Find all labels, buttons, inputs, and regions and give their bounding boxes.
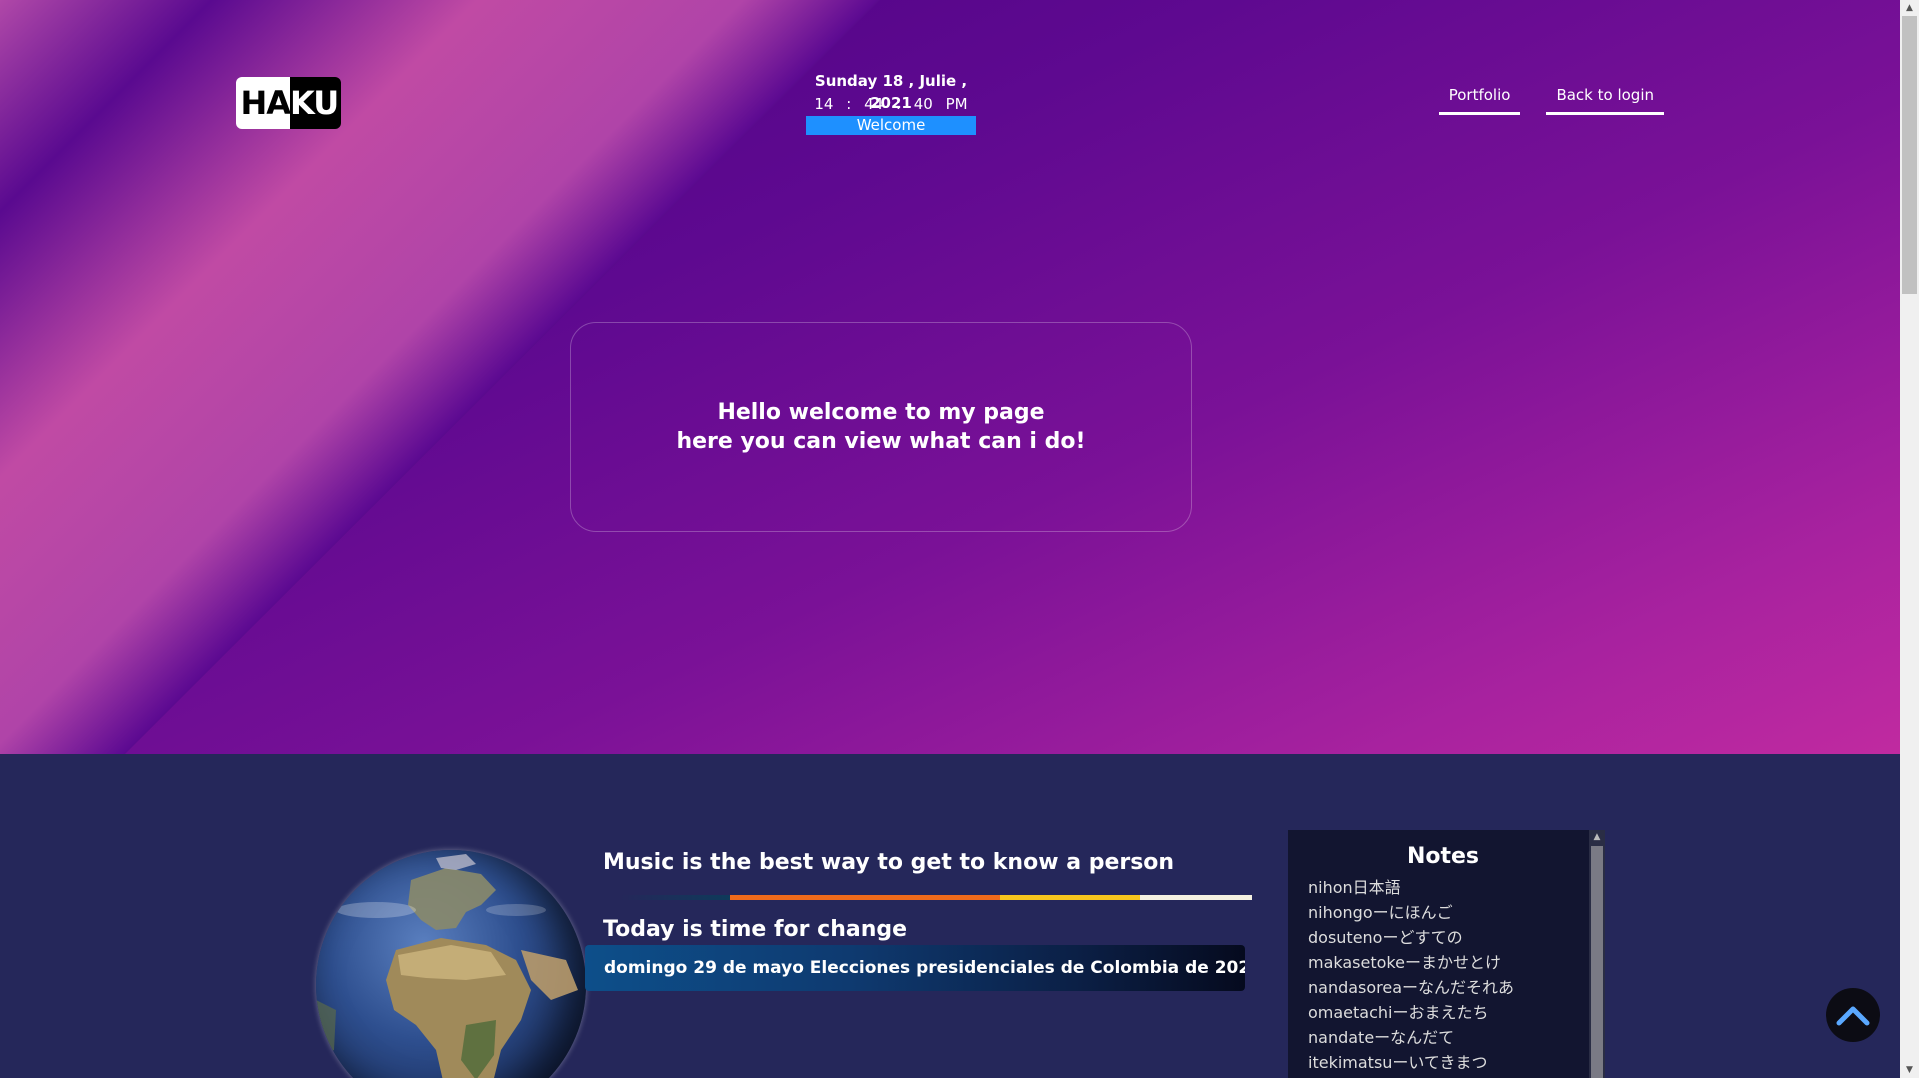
scroll-down-arrow-icon[interactable]: ▼ xyxy=(1900,1062,1919,1078)
list-item: makasetokeーまかせとけ xyxy=(1308,953,1501,972)
page-scroll-thumb[interactable] xyxy=(1902,16,1917,294)
notes-panel[interactable]: Notes nihon日本語 nihongoーにほんご dosutenoーどすて… xyxy=(1288,830,1605,1078)
logo-right: KU xyxy=(290,77,341,129)
list-item: nihon日本語 xyxy=(1308,878,1401,897)
current-time: 14 : 44 : 40 PM xyxy=(814,95,968,113)
notes-scrollbar[interactable]: ▲ xyxy=(1589,830,1605,1078)
music-bar-segment xyxy=(730,895,1000,900)
list-item: nandasoreaーなんだそれあ xyxy=(1308,978,1515,997)
top-nav: Portfolio Back to login xyxy=(1438,86,1664,115)
list-item: nihongoーにほんご xyxy=(1308,903,1453,922)
list-item: omaetachiーおまえたち xyxy=(1308,1003,1489,1022)
welcome-card: Hello welcome to my page here you can vi… xyxy=(570,322,1192,532)
music-title: Music is the best way to get to know a p… xyxy=(603,850,1175,875)
notes-list: nihon日本語 nihongoーにほんご dosutenoーどすての maka… xyxy=(1308,875,1589,1075)
scroll-up-arrow-icon[interactable]: ▲ xyxy=(1900,0,1919,16)
music-bar-segment xyxy=(1140,895,1252,900)
notes-title: Notes xyxy=(1406,844,1480,869)
music-color-bar xyxy=(620,895,1252,900)
news-ticker: domingo 29 de mayo Elecciones presidenci… xyxy=(585,945,1245,991)
logo-left: HA xyxy=(236,77,291,129)
change-title: Today is time for change xyxy=(603,917,908,942)
page-scrollbar[interactable]: ▲ ▼ xyxy=(1900,0,1919,1078)
list-item: itekimatsuーいてきまつ xyxy=(1308,1053,1488,1072)
notes-content: Notes nihon日本語 nihongoーにほんご dosutenoーどすて… xyxy=(1288,830,1589,1078)
page: HA KU Sunday 18 , Julie , 2021 14 : 44 :… xyxy=(0,0,1900,1078)
list-item: nandateーなんだて xyxy=(1308,1028,1455,1047)
list-item: dosutenoーどすての xyxy=(1308,928,1463,947)
current-date: Sunday 18 , Julie , 2021 xyxy=(814,72,968,112)
scroll-up-arrow-icon[interactable]: ▲ xyxy=(1589,830,1605,844)
logo[interactable]: HA KU xyxy=(236,77,341,129)
nav-portfolio-link[interactable]: Portfolio xyxy=(1438,86,1521,115)
lower-section: Music is the best way to get to know a p… xyxy=(0,754,1900,1078)
hero-section: HA KU Sunday 18 , Julie , 2021 14 : 44 :… xyxy=(0,0,1900,754)
earth-globe-icon xyxy=(316,850,586,1078)
chevron-up-icon xyxy=(1836,1006,1870,1026)
welcome-banner: Welcome xyxy=(806,116,976,135)
music-bar-segment xyxy=(1000,895,1140,900)
date-time-box: Sunday 18 , Julie , 2021 14 : 44 : 40 PM… xyxy=(806,70,976,135)
nav-back-to-login-link[interactable]: Back to login xyxy=(1546,86,1664,115)
welcome-line-1: Hello welcome to my page xyxy=(717,400,1045,425)
notes-scroll-thumb[interactable] xyxy=(1591,846,1603,1078)
welcome-line-2: here you can view what can i do! xyxy=(676,429,1086,454)
scroll-to-top-button[interactable] xyxy=(1826,988,1880,1042)
music-bar-segment xyxy=(620,895,730,900)
